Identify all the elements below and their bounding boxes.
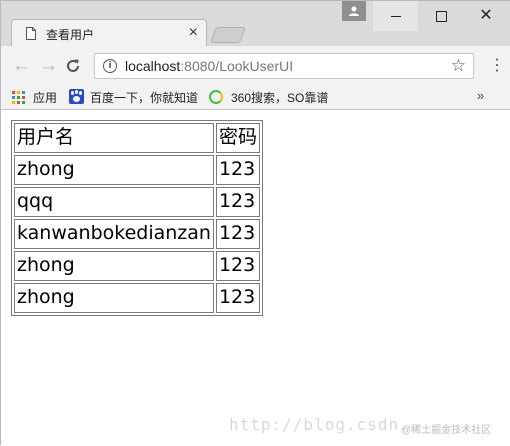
360-icon (209, 90, 223, 104)
cell-password: 123 (215, 155, 260, 185)
header-username: 用户名 (14, 123, 214, 153)
menu-icon[interactable]: ⋮ (489, 56, 505, 76)
apps-icon[interactable] (12, 91, 25, 104)
table-row: zhong 123 (14, 283, 260, 313)
table-row: zhong 123 (14, 251, 260, 281)
cell-password: 123 (215, 251, 260, 281)
baidu-icon (69, 89, 84, 104)
back-button[interactable]: ← (12, 56, 31, 76)
page-content: 用户名 密码 zhong 123 qqq 123 kanwanbokedianz… (1, 110, 510, 446)
cell-username: kanwanbokedianzan (14, 219, 214, 249)
browser-window: 查看用户 × ✕ ← → i localhost:8080/LookUserUI… (0, 0, 510, 446)
cell-username: qqq (14, 187, 214, 217)
url-host: localhost (125, 58, 181, 74)
bookmark-apps[interactable]: 应用 (33, 89, 57, 106)
bookmark-360[interactable]: 360搜索，SO靠谱 (231, 89, 328, 106)
forward-button[interactable]: → (39, 56, 58, 76)
info-icon[interactable]: i (103, 59, 117, 73)
reload-icon[interactable] (65, 58, 81, 74)
new-tab-button[interactable] (210, 27, 246, 43)
cell-password: 123 (215, 219, 260, 249)
close-window-button[interactable]: ✕ (463, 1, 509, 31)
bookmark-baidu[interactable]: 百度一下，你就知道 (90, 89, 198, 106)
cell-username: zhong (14, 155, 214, 185)
bookmarks-bar: 应用 百度一下，你就知道 360搜索，SO靠谱 » (1, 86, 510, 110)
cell-password: 123 (215, 283, 260, 313)
profile-button[interactable] (342, 1, 366, 21)
maximize-button[interactable] (418, 1, 463, 31)
page-icon (26, 27, 36, 40)
credit-watermark: @稀土掘金技术社区 (401, 425, 492, 436)
table-row: zhong 123 (14, 155, 260, 185)
tab-close-icon[interactable]: × (189, 23, 198, 43)
address-bar[interactable]: i localhost:8080/LookUserUI ☆ (94, 53, 474, 79)
title-bar: 查看用户 × ✕ (1, 1, 510, 46)
cell-username: zhong (14, 251, 214, 281)
header-password: 密码 (215, 123, 260, 153)
tab-title: 查看用户 (46, 28, 95, 42)
toolbar: ← → i localhost:8080/LookUserUI ☆ ⋮ (1, 46, 510, 86)
url-text[interactable]: localhost:8080/LookUserUI (125, 58, 293, 74)
table-row: qqq 123 (14, 187, 260, 217)
tab-active[interactable]: 查看用户 × (11, 19, 207, 46)
watermark: http://blog.csdn. (229, 415, 410, 434)
bookmarks-more-button[interactable]: » (477, 88, 484, 103)
person-icon (349, 6, 359, 16)
cell-password: 123 (215, 187, 260, 217)
minimize-button[interactable] (373, 1, 418, 31)
table-row: kanwanbokedianzan 123 (14, 219, 260, 249)
url-path: :8080/LookUserUI (180, 58, 294, 74)
bookmark-star-icon[interactable]: ☆ (451, 56, 466, 76)
users-table: 用户名 密码 zhong 123 qqq 123 kanwanbokedianz… (11, 120, 263, 316)
cell-username: zhong (14, 283, 214, 313)
table-header-row: 用户名 密码 (14, 123, 260, 153)
